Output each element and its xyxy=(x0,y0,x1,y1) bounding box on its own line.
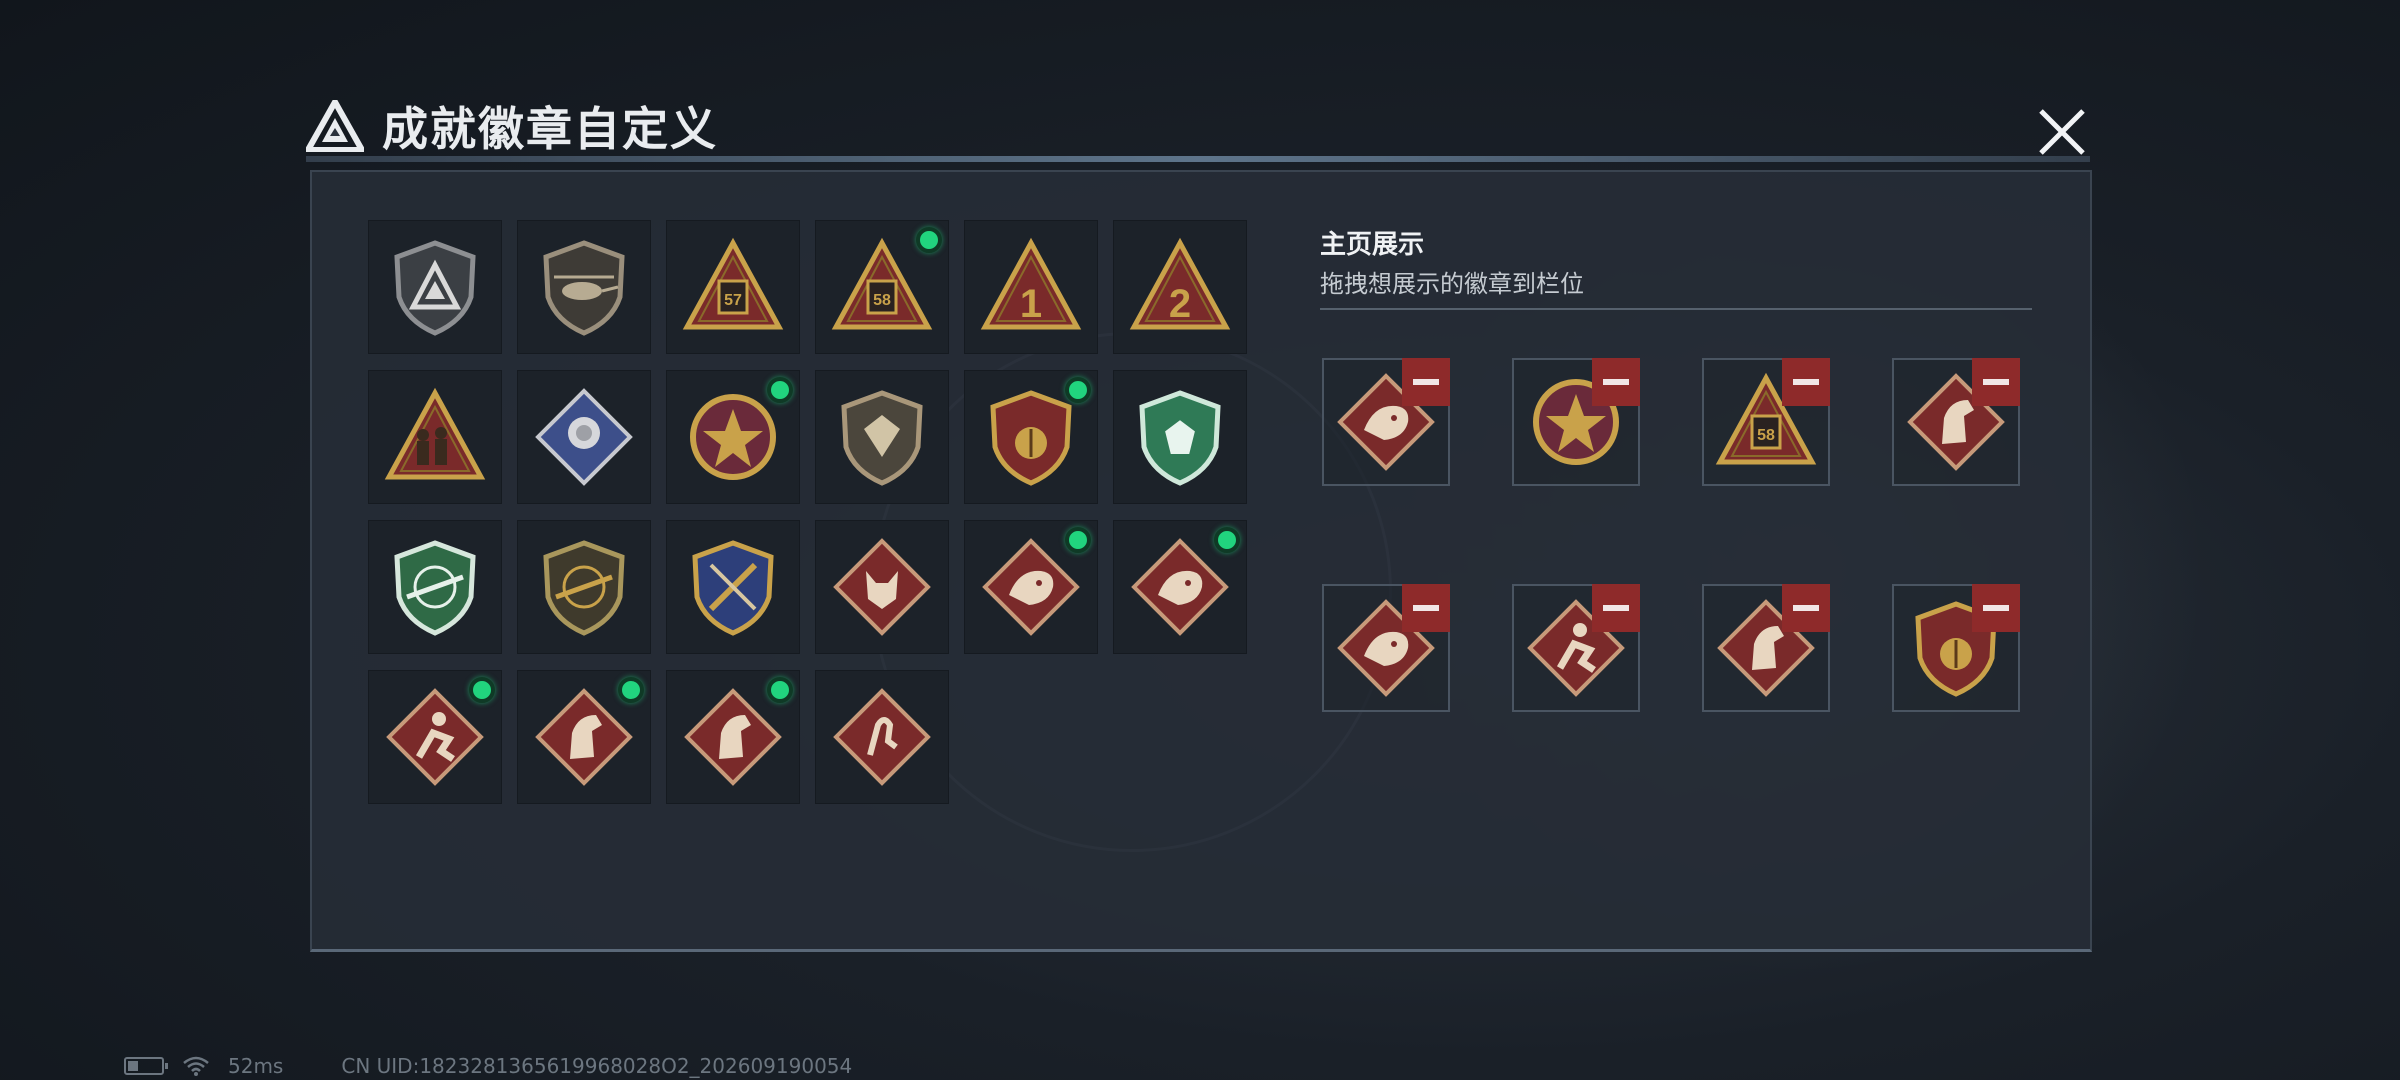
header-divider xyxy=(306,156,2090,162)
showcase-slot[interactable] xyxy=(1702,584,1830,712)
remove-badge-button[interactable] xyxy=(1782,584,1830,632)
page-title: 成就徽章自定义 xyxy=(382,103,718,155)
badge-cell[interactable] xyxy=(368,220,502,354)
badge-cell[interactable]: 2 xyxy=(1113,220,1247,354)
badge-cell[interactable] xyxy=(517,220,651,354)
minus-icon xyxy=(1603,379,1629,385)
triangle-number-2-badge-icon: 2 xyxy=(1129,237,1231,330)
badge-grid: 57 58 1 2 xyxy=(368,220,1247,804)
badge-cell[interactable]: 57 xyxy=(666,220,800,354)
svg-text:57: 57 xyxy=(724,292,742,309)
showcase-subtitle: 拖拽想展示的徽章到栏位 xyxy=(1320,271,1584,298)
rose-diamond-badge-icon xyxy=(535,388,633,486)
showcase-slot[interactable] xyxy=(1512,584,1640,712)
remove-badge-button[interactable] xyxy=(1782,358,1830,406)
close-button[interactable] xyxy=(2030,100,2094,164)
green-gem-badge-icon xyxy=(1139,390,1221,486)
new-indicator-dot xyxy=(1065,527,1091,553)
badge-cell[interactable] xyxy=(368,670,502,804)
badge-cell[interactable]: 1 xyxy=(964,220,1098,354)
showcase-slots: 58 xyxy=(1322,358,2020,712)
soldiers-triangle-badge-icon xyxy=(384,387,486,480)
horse-badge-red-icon xyxy=(684,688,782,786)
hand-badge-red-icon xyxy=(833,688,931,786)
new-indicator-dot xyxy=(767,377,793,403)
star-medal-badge-icon xyxy=(690,394,776,480)
minus-icon xyxy=(1603,605,1629,611)
new-indicator-dot xyxy=(767,677,793,703)
blue-sword-badge-icon xyxy=(692,540,774,636)
new-indicator-dot xyxy=(618,677,644,703)
badge-cell[interactable] xyxy=(517,520,651,654)
battery-icon xyxy=(124,1057,168,1075)
status-bar: 52ms CN UID:1823281365619968028O2_202609… xyxy=(124,1054,852,1078)
wolf-badge-red-icon xyxy=(833,538,931,636)
badge-cell[interactable] xyxy=(666,670,800,804)
shield-triangle-badge-icon xyxy=(394,240,476,336)
showcase-divider xyxy=(1320,308,2032,310)
minus-icon xyxy=(1413,605,1439,611)
remove-badge-button[interactable] xyxy=(1592,584,1640,632)
showcase-slot[interactable] xyxy=(1322,358,1450,486)
new-indicator-dot xyxy=(1065,377,1091,403)
badge-cell[interactable] xyxy=(815,370,949,504)
triangle-number-1-badge-icon: 1 xyxy=(980,237,1082,330)
svg-text:58: 58 xyxy=(1757,427,1775,444)
remove-badge-button[interactable] xyxy=(1972,584,2020,632)
minus-icon xyxy=(1983,379,2009,385)
new-indicator-dot xyxy=(1214,527,1240,553)
uid-text: CN UID:1823281365619968028O2_20260919005… xyxy=(341,1054,853,1078)
badge-cell[interactable] xyxy=(1113,370,1247,504)
badge-cell[interactable] xyxy=(666,520,800,654)
gold-rifle-badge-icon xyxy=(543,540,625,636)
gold-shield-badge-icon xyxy=(841,390,923,486)
showcase-title: 主页展示 xyxy=(1320,229,1425,259)
minus-icon xyxy=(1983,605,2009,611)
minus-icon xyxy=(1413,379,1439,385)
helicopter-shield-badge-icon xyxy=(543,240,625,336)
minus-icon xyxy=(1793,605,1819,611)
badge-cell[interactable] xyxy=(368,520,502,654)
runner-badge-red-icon xyxy=(386,688,484,786)
remove-badge-button[interactable] xyxy=(1402,358,1450,406)
badge-cell[interactable] xyxy=(815,670,949,804)
showcase-slot[interactable] xyxy=(1892,358,2020,486)
title-bar: 成就徽章自定义 xyxy=(306,90,718,162)
showcase-slot[interactable] xyxy=(1322,584,1450,712)
dragon-badge-red-icon xyxy=(982,538,1080,636)
triangle-57-badge-icon: 57 xyxy=(682,237,784,330)
laurel-crest-badge-icon xyxy=(990,390,1072,486)
svg-text:1: 1 xyxy=(1020,282,1042,326)
badge-cell[interactable] xyxy=(964,520,1098,654)
badge-cell[interactable] xyxy=(1113,520,1247,654)
green-rifle-badge-icon xyxy=(394,540,476,636)
remove-badge-button[interactable] xyxy=(1592,358,1640,406)
new-indicator-dot xyxy=(916,227,942,253)
badge-cell[interactable] xyxy=(517,370,651,504)
horse-badge-red-icon xyxy=(535,688,633,786)
minus-icon xyxy=(1793,379,1819,385)
svg-text:2: 2 xyxy=(1169,282,1191,326)
logo-triangle-icon xyxy=(306,100,364,152)
showcase-slot[interactable] xyxy=(1512,358,1640,486)
showcase-slot[interactable] xyxy=(1892,584,2020,712)
remove-badge-button[interactable] xyxy=(1972,358,2020,406)
latency-text: 52ms xyxy=(228,1054,284,1078)
badge-cell[interactable] xyxy=(964,370,1098,504)
badge-panel: 57 58 1 2 主页展示 拖拽想展示的徽章到栏位 58 xyxy=(310,170,2092,952)
badge-cell[interactable] xyxy=(666,370,800,504)
remove-badge-button[interactable] xyxy=(1402,584,1450,632)
showcase-slot[interactable]: 58 xyxy=(1702,358,1830,486)
badge-cell[interactable] xyxy=(517,670,651,804)
wifi-icon xyxy=(183,1056,209,1076)
dragon-badge-red-icon xyxy=(1131,538,1229,636)
close-icon xyxy=(2039,109,2085,155)
triangle-58-badge-icon: 58 xyxy=(831,237,933,330)
badge-cell[interactable]: 58 xyxy=(815,220,949,354)
badge-cell[interactable] xyxy=(815,520,949,654)
badge-cell[interactable] xyxy=(368,370,502,504)
svg-text:58: 58 xyxy=(873,292,891,309)
new-indicator-dot xyxy=(469,677,495,703)
